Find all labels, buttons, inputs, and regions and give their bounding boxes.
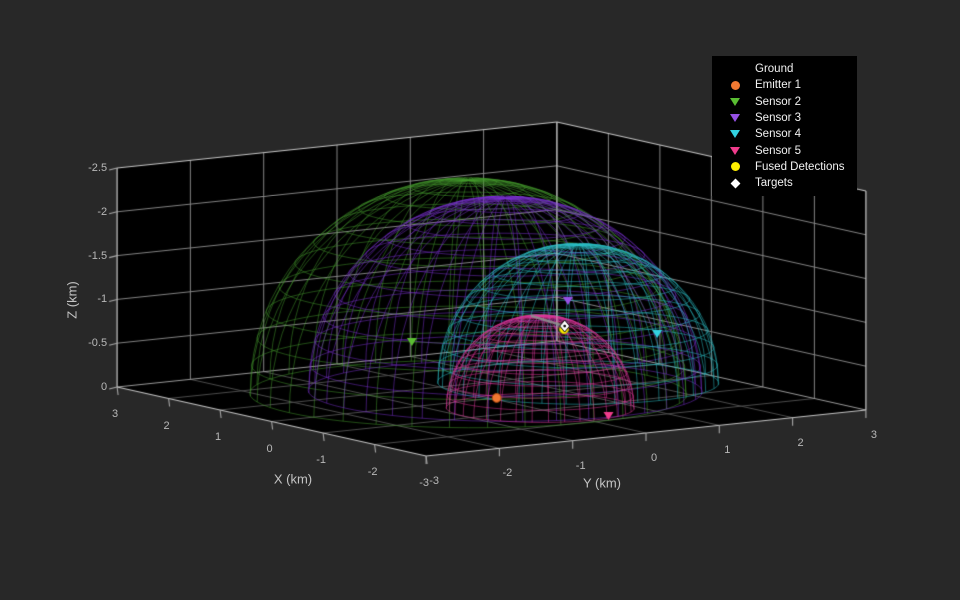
x-tick-label: -2 xyxy=(368,466,378,478)
none-glyph xyxy=(731,65,740,74)
circle-marker-icon xyxy=(724,81,746,90)
legend-label: Sensor 2 xyxy=(755,96,801,108)
legend-item-sensor-3[interactable]: Sensor 3 xyxy=(724,110,851,126)
circle-glyph xyxy=(731,81,740,90)
legend-label: Sensor 3 xyxy=(755,112,801,124)
circle-glyph xyxy=(731,162,740,171)
z-axis-label: Z (km) xyxy=(65,281,80,319)
circle-marker-icon xyxy=(724,162,746,171)
matlab-3d-figure: 3 2 1 0 -1 -2 -3-3 -2 -1 0 1 2 3 -2.5 -2 -1.5 -1 -0.5 0 X … xyxy=(0,0,960,600)
y-tick-label: 1 xyxy=(724,444,730,456)
legend-item-emitter-1[interactable]: Emitter 1 xyxy=(724,77,851,93)
legend-item-ground[interactable]: Ground xyxy=(724,61,851,77)
z-tick-label: -1.5 xyxy=(88,250,107,262)
legend-label: Ground xyxy=(755,63,793,75)
legend-item-targets[interactable]: Targets xyxy=(724,175,851,191)
y-axis-label: Y (km) xyxy=(583,476,621,491)
legend-item-fused-detections[interactable]: Fused Detections xyxy=(724,159,851,175)
x-tick-label: -1 xyxy=(316,454,326,466)
legend: Ground Emitter 1 Sensor 2 Sensor 3 Sensor 4 S… xyxy=(712,56,857,196)
triangle-down-glyph xyxy=(730,98,740,106)
x-tick-label: 2 xyxy=(164,420,170,432)
x-tick-label: -3 xyxy=(419,477,429,489)
z-tick-label: -2 xyxy=(97,206,107,218)
triangle-down-marker-icon xyxy=(724,98,746,106)
y-tick-label: -2 xyxy=(503,467,513,479)
z-tick-label: -2.5 xyxy=(88,162,107,174)
triangle-down-glyph xyxy=(730,114,740,122)
y-tick-label: -3 xyxy=(429,475,439,487)
x-axis-label: X (km) xyxy=(274,472,312,487)
legend-label: Targets xyxy=(755,177,793,189)
x-tick-label: 3 xyxy=(112,408,118,420)
y-tick-label: 3 xyxy=(871,429,877,441)
legend-item-sensor-5[interactable]: Sensor 5 xyxy=(724,142,851,158)
triangle-down-marker-icon xyxy=(724,130,746,138)
legend-no-marker xyxy=(724,65,746,74)
z-tick-label: 0 xyxy=(101,381,107,393)
diamond-glyph xyxy=(730,178,740,188)
z-tick-label: -1 xyxy=(97,293,107,305)
legend-item-sensor-4[interactable]: Sensor 4 xyxy=(724,126,851,142)
triangle-down-marker-icon xyxy=(724,114,746,122)
x-tick-label: 1 xyxy=(215,431,221,443)
legend-label: Sensor 4 xyxy=(755,128,801,140)
legend-label: Emitter 1 xyxy=(755,79,801,91)
legend-label: Sensor 5 xyxy=(755,145,801,157)
y-tick-label: 0 xyxy=(651,452,657,464)
diamond-marker-icon xyxy=(724,180,746,187)
z-tick-label: -0.5 xyxy=(88,337,107,349)
y-tick-label: -1 xyxy=(576,460,586,472)
y-tick-label: 2 xyxy=(798,437,804,449)
triangle-down-marker-icon xyxy=(724,147,746,155)
legend-item-sensor-2[interactable]: Sensor 2 xyxy=(724,94,851,110)
triangle-down-glyph xyxy=(730,147,740,155)
x-tick-label: 0 xyxy=(267,443,273,455)
legend-label: Fused Detections xyxy=(755,161,845,173)
triangle-down-glyph xyxy=(730,130,740,138)
